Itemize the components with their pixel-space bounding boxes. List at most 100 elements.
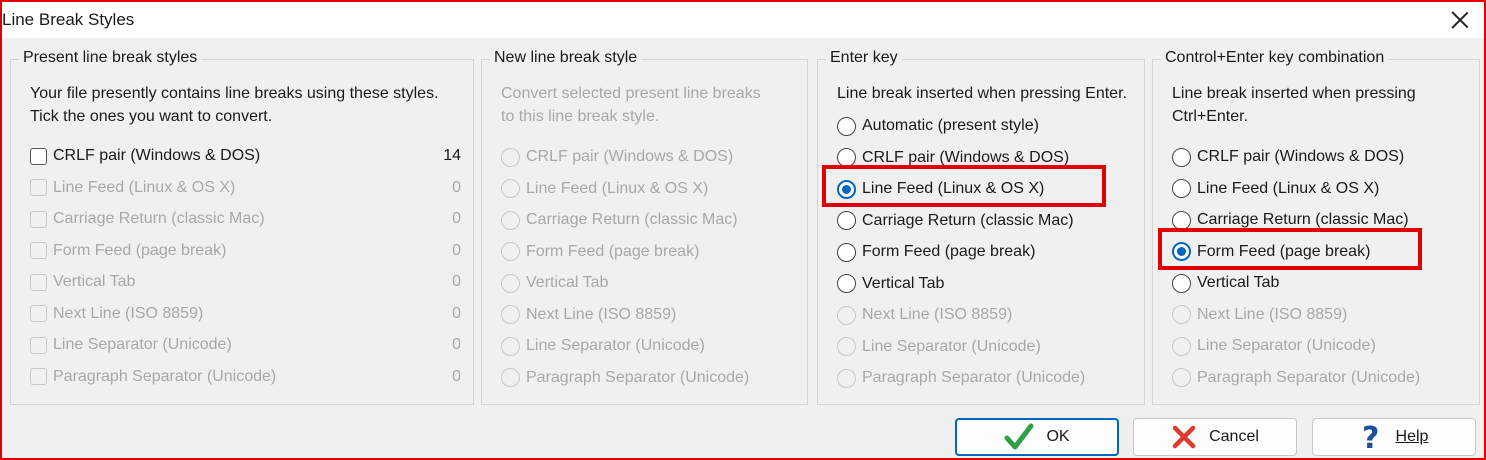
checkbox — [30, 179, 47, 196]
option-label: Line Separator (Unicode) — [862, 337, 1041, 355]
option-label: Next Line (ISO 8859) — [53, 304, 204, 322]
x-icon — [1172, 425, 1196, 449]
option-label: Carriage Return (classic Mac) — [862, 211, 1074, 229]
option-label: Automatic (present style) — [862, 117, 1039, 134]
radio-button[interactable] — [837, 148, 856, 167]
new-style-option-next-line-iso-8859: Next Line (ISO 8859) — [501, 302, 676, 328]
option-label: Next Line (ISO 8859) — [526, 305, 677, 323]
enter-key-option-automatic-present-style[interactable]: Automatic (present style) — [837, 113, 1039, 139]
help-button[interactable]: ? Help — [1312, 418, 1476, 456]
radio-button[interactable] — [1172, 147, 1191, 167]
radio-button[interactable] — [837, 242, 856, 262]
radio-button — [501, 368, 520, 387]
option-label: Line Separator (Unicode) — [1197, 337, 1376, 354]
radio-button[interactable] — [837, 116, 856, 136]
line-break-count: 0 — [452, 241, 461, 259]
option-label: Paragraph Separator (Unicode) — [53, 367, 277, 385]
group-new-style: New line break style Convert selected pr… — [481, 49, 808, 405]
present-option-vertical-tab: Vertical Tab — [30, 269, 135, 295]
new-style-option-form-feed-page-break: Form Feed (page break) — [501, 239, 699, 265]
present-option-form-feed-page-break: Form Feed (page break) — [30, 238, 226, 264]
option-label: Paragraph Separator (Unicode) — [526, 368, 750, 386]
group-legend-ctrl-enter: Control+Enter key combination — [1161, 49, 1389, 67]
radio-button — [837, 368, 856, 388]
line-break-count: 0 — [452, 178, 461, 196]
close-icon[interactable] — [1448, 8, 1472, 32]
line-break-count: 0 — [452, 273, 461, 290]
radio-button — [1172, 368, 1191, 387]
option-label: CRLF pair (Windows & DOS) — [862, 148, 1070, 166]
radio-button — [501, 336, 520, 356]
radio-button — [1172, 336, 1191, 356]
radio-button[interactable] — [1172, 242, 1191, 261]
ctrl-enter-option-line-separator-unicode: Line Separator (Unicode) — [1172, 333, 1376, 359]
radio-button — [837, 337, 856, 356]
option-label: Line Feed (Linux & OS X) — [526, 179, 709, 197]
window-title: Line Break Styles — [2, 10, 135, 29]
enter-key-option-crlf-pair-windows-dos[interactable]: CRLF pair (Windows & DOS) — [837, 145, 1069, 171]
option-label: Form Feed (page break) — [1197, 242, 1371, 260]
radio-button[interactable] — [1172, 273, 1191, 293]
line-break-count: 0 — [452, 304, 461, 322]
checkbox[interactable] — [30, 147, 47, 165]
new-style-description: Convert selected present line breaks to … — [501, 85, 761, 125]
option-label: Paragraph Separator (Unicode) — [1197, 368, 1421, 386]
enter-key-description: Line break inserted when pressing Enter. — [837, 85, 1127, 102]
option-label: Vertical Tab — [1197, 274, 1280, 291]
radio-button[interactable] — [1172, 210, 1191, 230]
ctrl-enter-option-line-feed-linux-os-x[interactable]: Line Feed (Linux & OS X) — [1172, 176, 1379, 202]
checkmark-icon — [1004, 423, 1034, 450]
option-label: Next Line (ISO 8859) — [862, 306, 1013, 323]
option-label: Line Feed (Linux & OS X) — [862, 180, 1045, 197]
checkbox — [30, 273, 47, 291]
question-mark-icon: ? — [1362, 422, 1379, 452]
ctrl-enter-option-vertical-tab[interactable]: Vertical Tab — [1172, 270, 1279, 296]
radio-button — [501, 210, 520, 230]
radio-button — [837, 305, 856, 325]
enter-key-option-carriage-return-classic-mac[interactable]: Carriage Return (classic Mac) — [837, 208, 1074, 234]
enter-key-option-next-line-iso-8859: Next Line (ISO 8859) — [837, 302, 1012, 328]
radio-button[interactable] — [837, 211, 856, 230]
enter-key-option-form-feed-page-break[interactable]: Form Feed (page break) — [837, 239, 1035, 265]
option-label: Carriage Return (classic Mac) — [53, 210, 265, 227]
radio-button — [501, 273, 520, 293]
help-button-label: Help — [1395, 428, 1429, 445]
option-label: Line Feed (Linux & OS X) — [1197, 179, 1380, 197]
option-label: Next Line (ISO 8859) — [1197, 305, 1348, 323]
option-label: Form Feed (page break) — [53, 241, 227, 259]
group-enter-key: Enter key Line break inserted when press… — [817, 49, 1145, 405]
option-label: Vertical Tab — [53, 273, 136, 290]
radio-button[interactable] — [1172, 179, 1191, 198]
cancel-button[interactable]: Cancel — [1133, 418, 1297, 456]
option-label: CRLF pair (Windows & DOS) — [526, 148, 734, 165]
present-option-crlf-pair-windows-dos[interactable]: CRLF pair (Windows & DOS) — [30, 143, 260, 169]
enter-key-option-line-feed-linux-os-x[interactable]: Line Feed (Linux & OS X) — [837, 176, 1044, 202]
ctrl-enter-description: Line break inserted when pressing Ctrl+E… — [1172, 85, 1416, 125]
option-label: Form Feed (page break) — [526, 242, 700, 260]
option-label: Line Separator (Unicode) — [53, 336, 232, 353]
radio-button — [1172, 305, 1191, 324]
radio-button[interactable] — [837, 274, 856, 293]
present-option-line-separator-unicode: Line Separator (Unicode) — [30, 332, 232, 358]
new-style-option-crlf-pair-windows-dos: CRLF pair (Windows & DOS) — [501, 144, 733, 170]
new-style-option-line-separator-unicode: Line Separator (Unicode) — [501, 333, 705, 359]
new-style-option-carriage-return-classic-mac: Carriage Return (classic Mac) — [501, 207, 738, 233]
ok-button[interactable]: OK — [955, 418, 1119, 456]
enter-key-option-line-separator-unicode: Line Separator (Unicode) — [837, 334, 1041, 360]
line-break-count: 0 — [452, 210, 461, 227]
present-option-carriage-return-classic-mac: Carriage Return (classic Mac) — [30, 206, 265, 232]
ok-button-label: OK — [1046, 428, 1070, 445]
ctrl-enter-option-carriage-return-classic-mac[interactable]: Carriage Return (classic Mac) — [1172, 207, 1409, 233]
line-break-count: 0 — [452, 336, 461, 353]
option-label: Vertical Tab — [862, 274, 945, 292]
line-break-count: 14 — [443, 147, 461, 164]
enter-key-option-vertical-tab[interactable]: Vertical Tab — [837, 271, 944, 297]
radio-button — [501, 179, 520, 198]
radio-button[interactable] — [837, 179, 856, 199]
checkbox — [30, 242, 47, 259]
ctrl-enter-option-form-feed-page-break[interactable]: Form Feed (page break) — [1172, 239, 1370, 265]
dialog-window: Line Break Styles Present line break sty… — [0, 0, 1486, 460]
checkbox — [30, 210, 47, 228]
ctrl-enter-option-paragraph-separator-unicode: Paragraph Separator (Unicode) — [1172, 365, 1420, 391]
ctrl-enter-option-crlf-pair-windows-dos[interactable]: CRLF pair (Windows & DOS) — [1172, 144, 1404, 170]
